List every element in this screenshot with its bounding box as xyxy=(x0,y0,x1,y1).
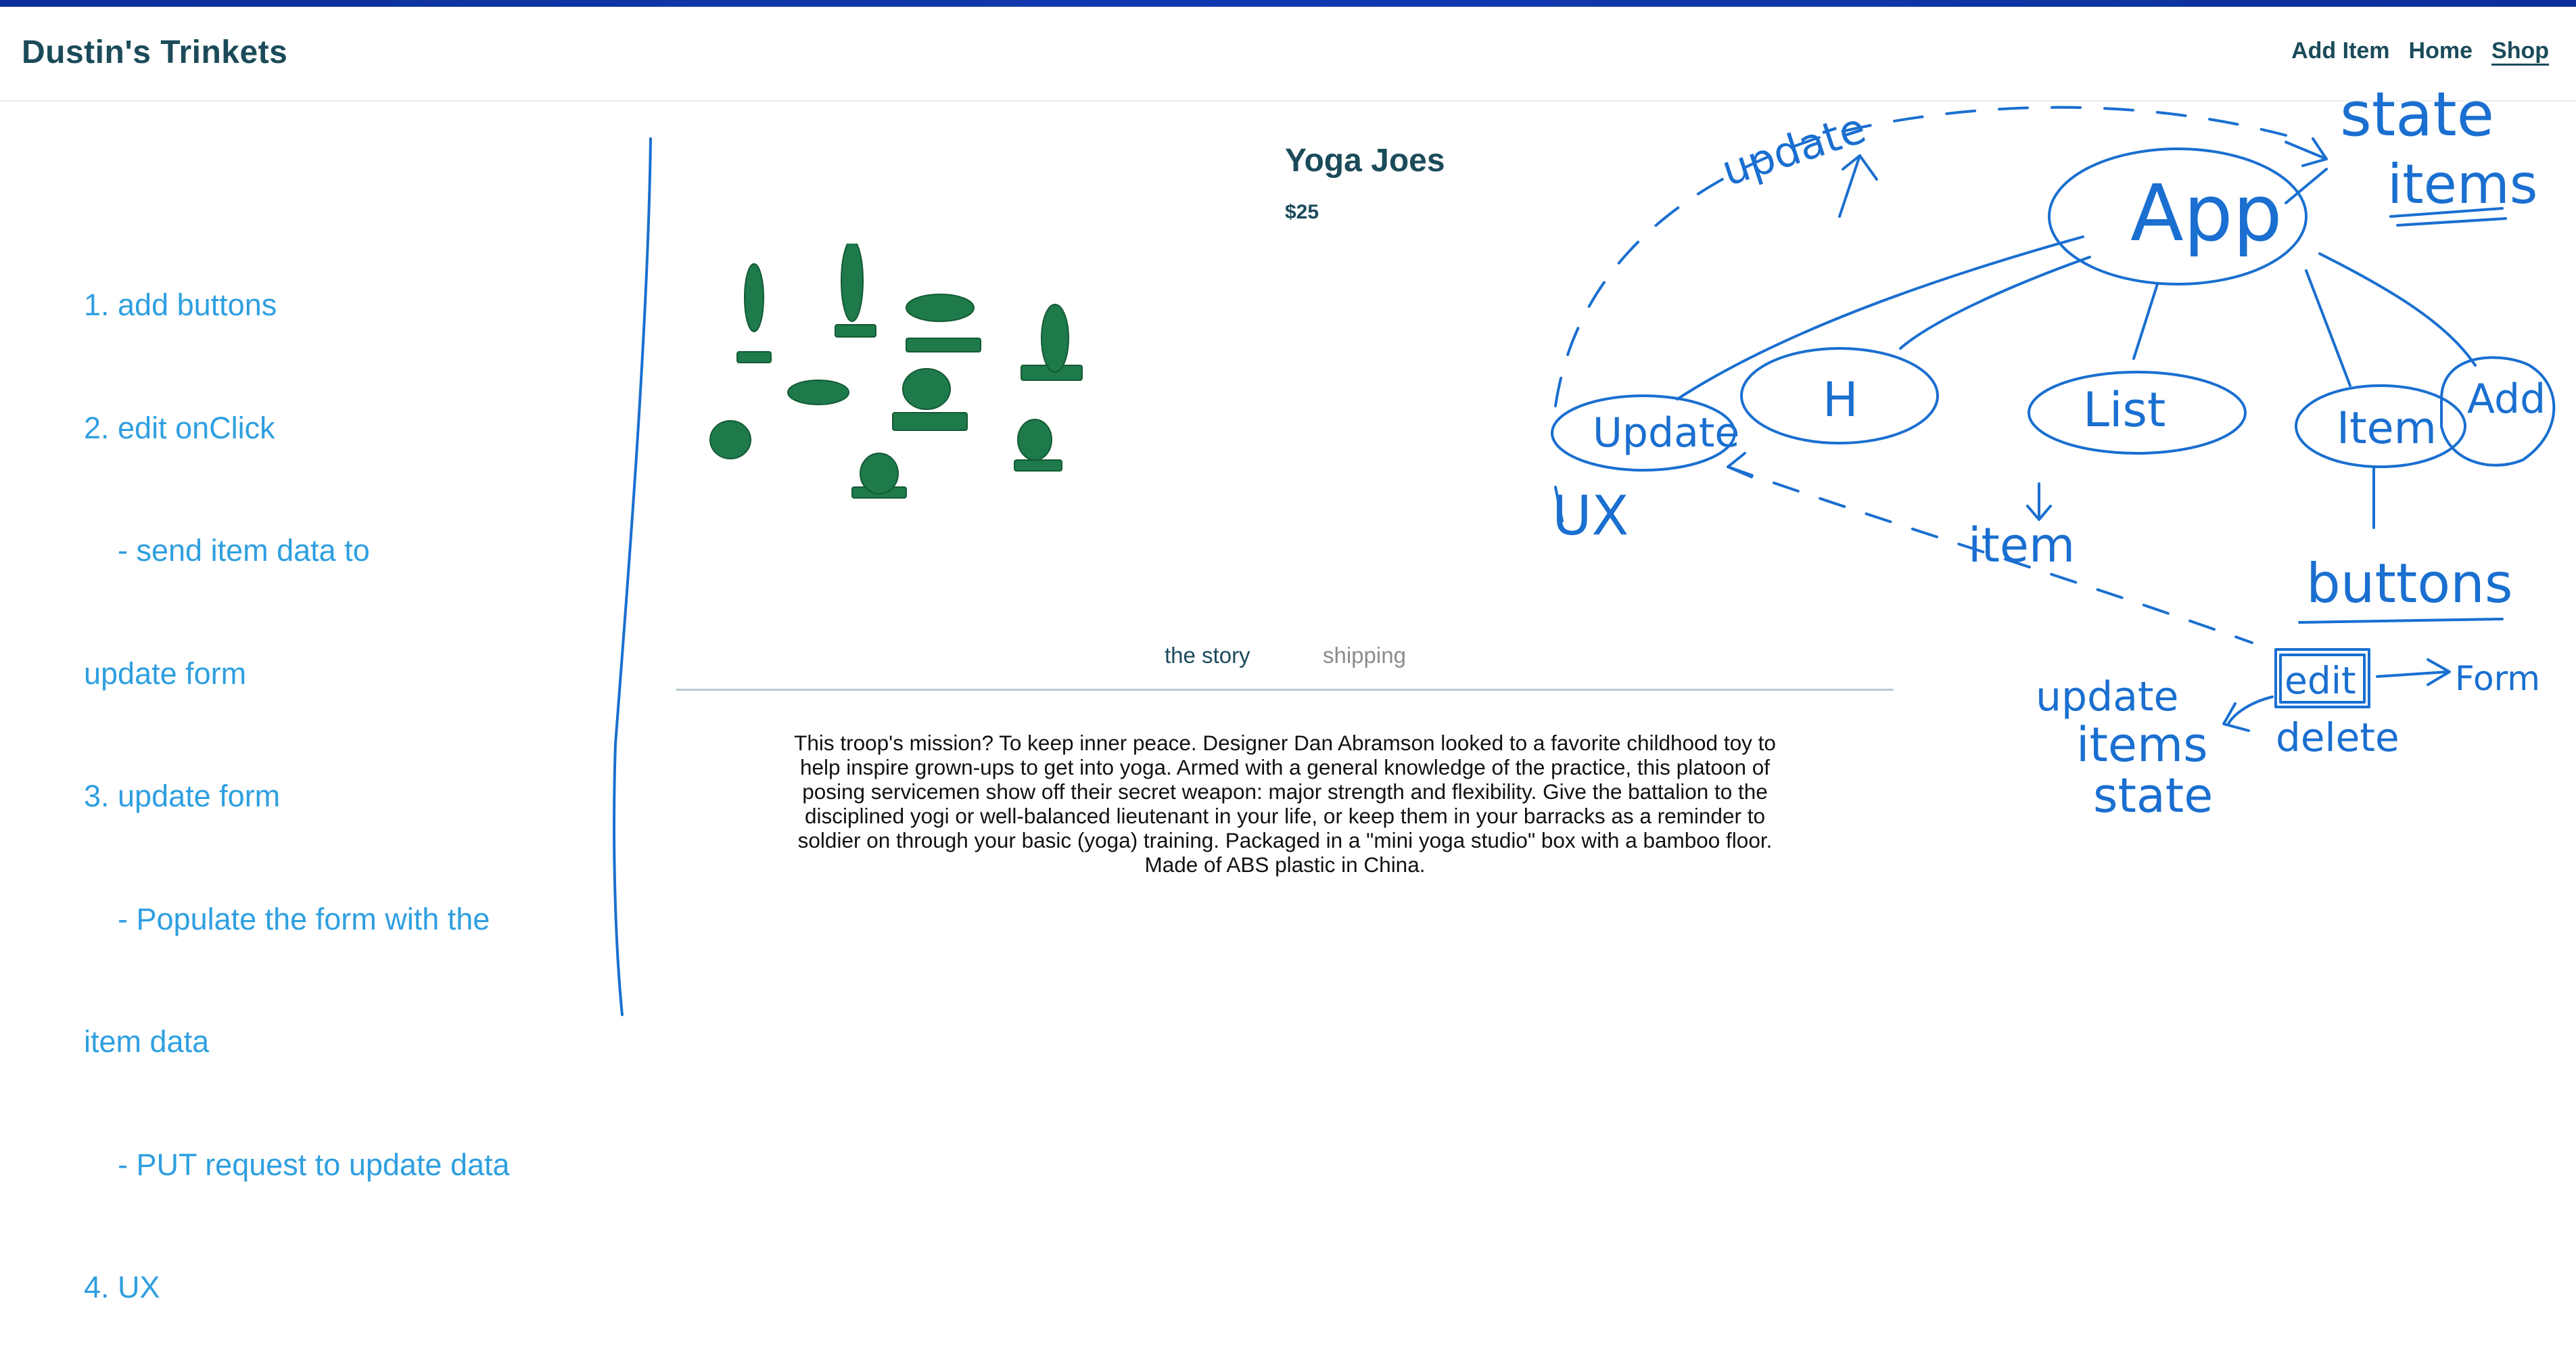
form-label: Form xyxy=(2455,659,2540,698)
update-label: update xyxy=(1716,103,1871,196)
app-to-update-edge xyxy=(1676,235,2084,401)
app-to-state-arrow xyxy=(2285,168,2328,204)
delete-label: delete xyxy=(2276,714,2399,760)
nav-shop-link[interactable]: Shop xyxy=(2491,38,2549,64)
update-state-label-1: update xyxy=(2036,673,2178,721)
items-label: items xyxy=(2387,153,2537,216)
update-arrow-icon xyxy=(1838,154,1878,218)
app-header: Dustin's Trinkets Add Item Home Shop xyxy=(0,7,2576,101)
item-dashed-edge xyxy=(1727,465,2253,644)
item-node-label: Item xyxy=(2337,403,2437,454)
items-underline xyxy=(2389,207,2507,227)
update-from-item-arrow xyxy=(1727,452,1753,478)
buttons-label: buttons xyxy=(2306,552,2513,615)
note-line: - send item data to xyxy=(84,533,370,568)
app-to-h-edge xyxy=(1899,256,2091,350)
edit-box-outline xyxy=(2274,648,2370,708)
product-description: This troop's mission? To keep inner peac… xyxy=(794,731,1776,877)
add-node-label: Add xyxy=(2467,375,2546,423)
nav-add-item-link[interactable]: Add Item xyxy=(2291,38,2389,64)
update-node-outline xyxy=(1551,394,1736,472)
buttons-underline xyxy=(2298,618,2504,624)
note-line: item data xyxy=(84,1024,210,1059)
app-node-outline xyxy=(2048,147,2308,285)
app-to-add-edge xyxy=(2318,252,2477,367)
note-line: 2. edit onClick xyxy=(84,410,275,445)
main-nav: Add Item Home Shop xyxy=(2291,38,2549,64)
note-line: - Populate the form with the xyxy=(84,901,490,936)
tab-shipping[interactable]: shipping xyxy=(1323,643,1406,668)
note-line: 4. UX xyxy=(84,1270,160,1304)
edit-to-state-arrow xyxy=(2222,695,2274,732)
product-title: Yoga Joes xyxy=(1285,143,1445,179)
app-to-item-edge xyxy=(2305,269,2351,387)
note-line: update form xyxy=(84,656,247,691)
product-price: $25 xyxy=(1285,201,1319,223)
list-node-outline xyxy=(2028,371,2247,455)
edit-to-form-arrow xyxy=(2376,658,2451,686)
list-node-label: List xyxy=(2083,382,2165,438)
todo-notes: 1. add buttons 2. edit onClick - send it… xyxy=(84,203,598,1349)
item-node-outline xyxy=(2295,384,2466,468)
update-state-label-2: items xyxy=(2076,717,2208,773)
update-state-label-3: state xyxy=(2093,768,2213,823)
update-node-label: Update xyxy=(1593,409,1739,457)
nav-home-link[interactable]: Home xyxy=(2409,38,2473,64)
window-top-stripe xyxy=(0,0,2576,7)
item-label: item xyxy=(1968,518,2075,573)
note-line: - PUT request to update data xyxy=(84,1147,510,1182)
ux-label: UX xyxy=(1552,484,1629,547)
h-node-label: H xyxy=(1823,372,1858,428)
update-dashed-arc xyxy=(1554,106,2287,407)
product-tabs: the story shipping xyxy=(676,643,1894,691)
add-node-outline xyxy=(2440,356,2556,467)
note-line: 1. add buttons xyxy=(84,288,277,322)
item-down-arrow xyxy=(2026,482,2052,521)
update-dashed-stub xyxy=(1554,486,1564,522)
divider-line xyxy=(613,137,652,1016)
yoga-joes-figures-image xyxy=(709,244,1083,499)
app-label: App xyxy=(2130,168,2282,259)
h-node-outline xyxy=(1740,347,1939,444)
note-line: 3. update form xyxy=(84,779,281,813)
state-arrow-icon xyxy=(2285,137,2328,167)
edit-label: edit xyxy=(2285,659,2356,702)
edit-box-inner xyxy=(2279,654,2366,704)
app-to-list-edge xyxy=(2132,283,2159,360)
tab-the-story[interactable]: the story xyxy=(1165,643,1250,668)
brand-title[interactable]: Dustin's Trinkets xyxy=(22,34,287,71)
